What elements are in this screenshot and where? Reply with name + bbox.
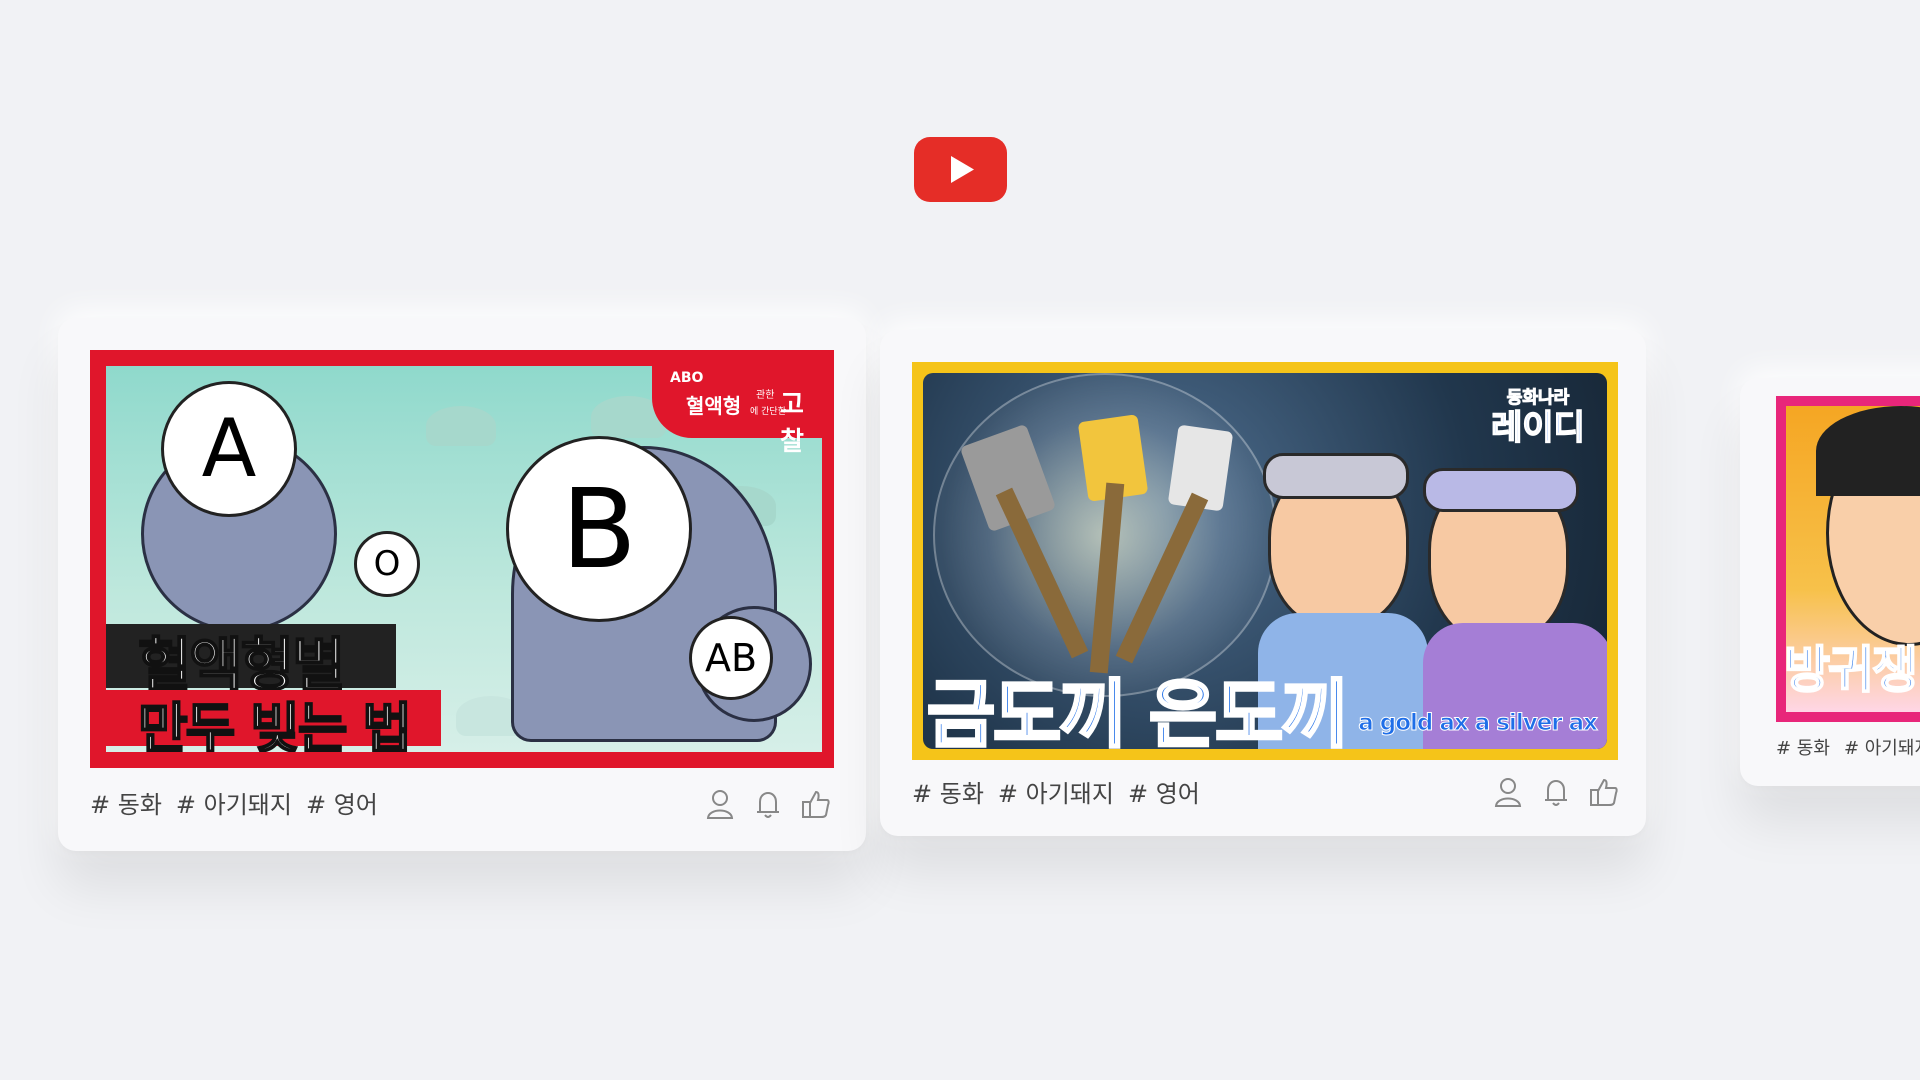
tag[interactable]: # 아기돼지: [176, 785, 292, 820]
thumbnail-title-en: a gold ax a silver ax: [1358, 710, 1599, 737]
tag[interactable]: # 아기돼지: [998, 774, 1114, 809]
circle-label-a: A: [161, 381, 297, 517]
bell-icon[interactable]: [1541, 776, 1571, 808]
thumbnail-title-partial: 방귀쟁: [1783, 640, 1919, 700]
circle-label-o: O: [354, 531, 420, 597]
bell-icon[interactable]: [753, 788, 783, 820]
thumbs-up-icon[interactable]: [1589, 776, 1619, 808]
video-thumbnail[interactable]: 동화나라 레이디 금도끼 은도끼 a gold ax a silver ax: [912, 362, 1618, 760]
circle-label-ab: AB: [689, 616, 773, 700]
badge-end: 고찰: [780, 390, 804, 457]
badge-line1: 동화나라: [1506, 388, 1570, 409]
video-thumbnail[interactable]: 방귀쟁: [1776, 396, 1920, 722]
tag[interactable]: # 동화: [912, 774, 984, 809]
thumbs-up-icon[interactable]: [801, 788, 831, 820]
tag[interactable]: # 영어: [1128, 774, 1200, 809]
channel-badge: 동화나라 레이디: [1483, 383, 1593, 463]
card-actions: [1493, 776, 1619, 808]
user-icon[interactable]: [1493, 776, 1523, 808]
video-card-partial[interactable]: 방귀쟁 # 동화 # 아기돼지: [1740, 378, 1920, 786]
badge-small1: 관한: [756, 390, 775, 401]
badge-line2: 레이디: [1490, 407, 1585, 449]
thumbnail-title-line2: 만두 빚는 법: [137, 696, 413, 752]
tag[interactable]: # 아기돼지: [1844, 734, 1920, 760]
youtube-logo[interactable]: [914, 137, 1007, 202]
tag[interactable]: # 영어: [306, 785, 378, 820]
badge-abo: ABO: [670, 370, 704, 386]
tag-list: # 동화 # 아기돼지 # 영어: [90, 785, 378, 820]
video-card-golden-ax[interactable]: 동화나라 레이디 금도끼 은도끼 a gold ax a silver ax #…: [880, 330, 1646, 836]
card-actions: [705, 788, 831, 820]
badge-main: 혈액형: [686, 394, 742, 418]
thumbnail-title-ko: 금도끼 은도끼: [925, 671, 1350, 750]
video-card-blood-type[interactable]: A O B AB ABO 혈액형 관한 에 간단한 고찰 혈액형별 만두 빚는 …: [58, 318, 866, 851]
tag[interactable]: # 동화: [90, 785, 162, 820]
tag-list: # 동화 # 아기돼지 # 영어: [912, 774, 1200, 809]
tag-list: # 동화 # 아기돼지: [1776, 734, 1920, 760]
tag[interactable]: # 동화: [1776, 734, 1830, 760]
channel-badge: ABO 혈액형 관한 에 간단한 고찰: [652, 366, 822, 457]
video-thumbnail[interactable]: A O B AB ABO 혈액형 관한 에 간단한 고찰 혈액형별 만두 빚는 …: [90, 350, 834, 768]
circle-label-b: B: [506, 436, 692, 622]
user-icon[interactable]: [705, 788, 735, 820]
